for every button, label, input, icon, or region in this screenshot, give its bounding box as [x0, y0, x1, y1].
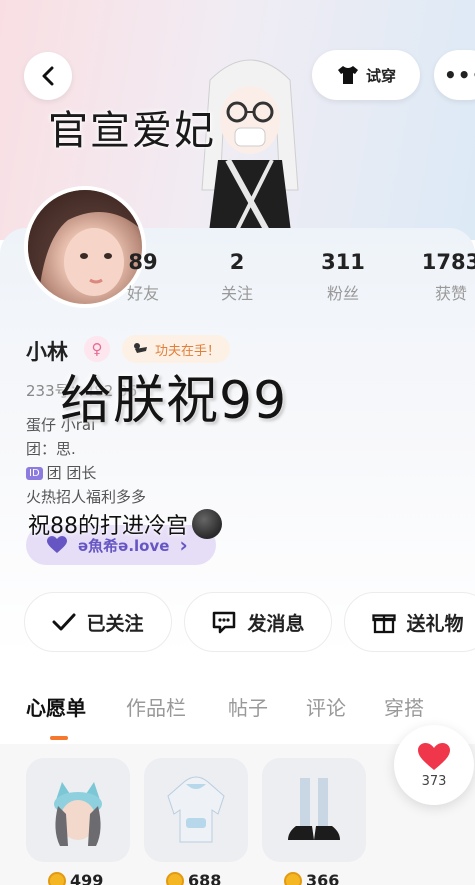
gift-icon — [372, 614, 397, 634]
stat-friends-value: 89 — [128, 250, 158, 274]
coin-icon — [166, 871, 184, 885]
send-gift-button[interactable]: 送礼物 — [344, 592, 475, 652]
wishlist-item-3-price: 366 — [284, 871, 339, 885]
send-message-button[interactable]: 发消息 — [184, 592, 332, 652]
wishlist-item-3[interactable] — [262, 758, 366, 862]
title-badge-label: 功夫在手！ — [155, 343, 221, 359]
send-message-label: 发消息 — [247, 612, 305, 635]
try-on-button[interactable]: 试穿 — [312, 50, 420, 100]
overlay-caption-title: 官宣爱妃 — [48, 108, 216, 154]
tab-posts[interactable]: 帖子 — [228, 692, 268, 721]
boots-icon — [288, 778, 340, 840]
stat-friends-label: 好友 — [126, 284, 159, 303]
heart-icon — [418, 742, 450, 770]
bio-line-3: ID 团 团长 — [26, 462, 96, 483]
tshirt-icon — [337, 66, 358, 84]
stat-followers-value: 311 — [321, 250, 365, 274]
bio-line-4: 火热招人福利多多 — [26, 488, 147, 506]
wishlist-item-2[interactable] — [144, 758, 248, 862]
smirk-face-icon — [192, 509, 222, 539]
following-button[interactable]: 已关注 — [24, 592, 172, 652]
hoodie-icon — [167, 776, 225, 843]
check-icon — [52, 613, 76, 631]
like-count: 373 — [421, 773, 447, 789]
active-tab-indicator — [50, 736, 68, 740]
stat-followers-label: 粉丝 — [326, 284, 359, 303]
cat-hat-icon — [54, 782, 102, 846]
bio-line-2: 团：思. — [26, 440, 76, 458]
overlay-caption-large: 给朕祝99 — [60, 371, 288, 431]
stat-following-label: 关注 — [220, 284, 253, 303]
kungfu-figure-icon — [134, 343, 147, 353]
like-button[interactable]: 373 — [394, 725, 474, 805]
tab-works[interactable]: 作品栏 — [126, 692, 186, 721]
message-icon — [213, 611, 236, 634]
stat-followers[interactable]: 311 粉丝 — [298, 250, 388, 304]
bio-line-3-text: 团 团长 — [46, 464, 97, 482]
id-tag-icon: ID — [26, 467, 43, 480]
tab-outfits[interactable]: 穿搭 — [384, 692, 424, 721]
stat-likes[interactable]: 1783 获赞 — [406, 250, 475, 304]
send-gift-label: 送礼物 — [406, 612, 464, 635]
wishlist-item-1-price: 499 — [48, 871, 103, 885]
wishlist-item-2-price: 688 — [166, 871, 221, 885]
overlay-caption-small-text: 祝88的打进冷宫 — [28, 514, 188, 539]
coin-icon — [48, 871, 66, 885]
stat-following-value: 2 — [229, 250, 245, 274]
stat-likes-label: 获赞 — [434, 284, 467, 303]
tab-wishlist[interactable]: 心愿单 — [26, 692, 86, 721]
wishlist-item-3-price-value: 366 — [306, 871, 340, 885]
more-dots-icon: ••• — [444, 63, 475, 87]
tab-comments[interactable]: 评论 — [306, 692, 346, 721]
wishlist-item-2-price-value: 688 — [188, 871, 222, 885]
wishlist-item-1[interactable] — [26, 758, 130, 862]
try-on-label: 试穿 — [365, 66, 396, 85]
back-button[interactable] — [24, 52, 72, 100]
following-label: 已关注 — [86, 612, 144, 635]
stat-following[interactable]: 2 关注 — [192, 250, 282, 304]
stat-friends[interactable]: 89 好友 — [98, 250, 188, 304]
overlay-caption-small: 祝88的打进冷宫 — [28, 508, 222, 540]
chevron-left-icon — [42, 66, 54, 86]
stat-likes-value: 1783 — [421, 250, 475, 274]
coin-icon — [284, 871, 302, 885]
wishlist-item-1-price-value: 499 — [70, 871, 104, 885]
